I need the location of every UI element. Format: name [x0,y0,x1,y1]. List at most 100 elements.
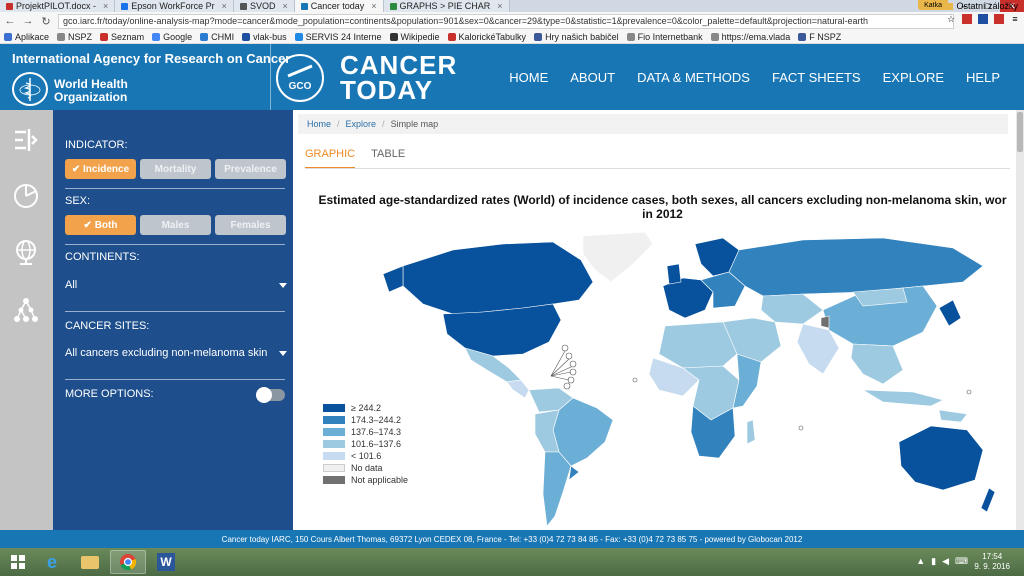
indicator-prevalence-button[interactable]: Prevalence [215,159,286,179]
word-icon[interactable]: W [148,550,184,574]
map-region-uruguay[interactable] [568,465,580,481]
small-island-marker[interactable] [966,389,972,395]
sex-males-button[interactable]: Males [140,215,211,235]
cancer-sites-select[interactable]: All cancers excluding non-melanoma skin [65,347,287,359]
close-icon[interactable]: × [222,1,227,11]
back-icon[interactable]: ← [4,15,16,27]
forward-icon[interactable]: → [22,15,34,27]
browser-tab[interactable]: SVOD × [233,0,295,12]
bookmark-item[interactable]: KalorickéTabulky [447,32,526,42]
small-island-marker[interactable] [798,425,804,431]
map-region-not-applicable[interactable] [820,315,830,329]
menu-icon[interactable]: ≡ [1010,14,1020,24]
map-region-uk-ireland[interactable] [666,263,682,285]
scrollbar-thumb[interactable] [1017,112,1023,152]
globe-icon[interactable] [12,238,40,266]
bookmark-item[interactable]: NSPZ [57,32,92,42]
map-region-north-africa[interactable] [658,321,738,369]
pie-chart-icon[interactable] [12,182,40,210]
map-region-alaska[interactable] [383,265,404,293]
chrome-icon[interactable] [110,550,146,574]
close-icon[interactable]: × [282,1,287,11]
sex-both-button[interactable]: ✔ Both [65,215,136,235]
flag-icon[interactable] [978,14,988,24]
continents-select[interactable]: All [65,279,287,291]
who-emblem-svg [19,78,41,101]
map-region-central-asia[interactable] [760,293,824,325]
bookmark-item[interactable]: CHMI [200,32,234,42]
nav-fact-sheets[interactable]: FACT SHEETS [772,70,861,85]
tab-graphic[interactable]: GRAPHIC [305,148,356,169]
tab-table[interactable]: TABLE [371,148,405,169]
bookmark-item[interactable]: Fio Internetbank [626,32,703,42]
world-choropleth-map[interactable] [383,230,1003,530]
tray-expand-icon[interactable]: ▲ [916,556,925,567]
map-region-australia[interactable] [898,425,984,491]
browser-tab[interactable]: GRAPHS > PIE CHAR × [383,0,510,12]
close-icon[interactable]: × [497,1,502,11]
network-tray-icon[interactable]: ▮ [931,556,936,567]
extension-icon[interactable] [994,14,1004,24]
bookmark-item[interactable]: vlak-bus [242,32,287,42]
small-island-marker[interactable] [632,377,638,383]
map-region-argentina-chile[interactable] [542,451,572,527]
map-region-greenland[interactable] [582,231,654,283]
bookmark-item[interactable]: F NSPZ [798,32,841,42]
breadcrumb-explore[interactable]: Explore [346,119,377,129]
bookmark-item[interactable]: Seznam [100,32,144,42]
map-region-indonesia[interactable] [862,389,944,407]
volume-icon[interactable]: ◀ [942,556,949,567]
brand-title[interactable]: CANCER TODAY [340,52,457,103]
file-explorer-icon[interactable] [72,550,108,574]
reload-icon[interactable]: ↻ [40,15,52,28]
caribbean-callout[interactable] [550,344,577,390]
who-name[interactable]: World Health Organization [54,78,134,104]
bookmark-item[interactable]: Wikipedie [389,32,440,42]
url-input[interactable]: gco.iarc.fr/today/online-analysis-map?mo… [58,13,954,29]
network-icon[interactable] [12,296,40,324]
who-emblem-icon[interactable] [12,72,48,106]
breadcrumb-home[interactable]: Home [307,119,331,129]
iarc-name[interactable]: International Agency for Research on Can… [12,51,290,66]
map-region-central-america[interactable] [506,379,530,399]
page-scrollbar[interactable] [1016,110,1024,530]
sliders-icon[interactable] [12,126,40,154]
more-options-toggle[interactable] [256,387,285,403]
cancer-sites-label: CANCER SITES: [65,320,150,332]
bookmark-item[interactable]: Google [152,32,192,42]
nav-data-methods[interactable]: DATA & METHODS [637,70,750,85]
bookmark-item[interactable]: SERVIS 24 Interne [294,32,382,42]
taskbar-clock[interactable]: 17:54 9. 9. 2016 [974,552,1010,572]
map-region-southeast-asia[interactable] [850,343,904,385]
nav-help[interactable]: HELP [966,70,1000,85]
browser-tab[interactable]: ProjektPILOT.docx - × [0,0,116,12]
map-region-canada[interactable] [402,241,594,315]
nav-about[interactable]: ABOUT [570,70,615,85]
map-region-papua[interactable] [938,409,968,423]
start-button[interactable] [0,550,36,574]
nav-explore[interactable]: EXPLORE [883,70,944,85]
bookmark-item[interactable]: Hry našich babičel [534,32,619,42]
indicator-incidence-button[interactable]: ✔ Incidence [65,159,136,179]
bookmark-label: Hry našich babičel [545,31,619,42]
map-region-madagascar[interactable] [746,419,756,445]
keyboard-icon[interactable]: ⌨ [955,556,968,567]
map-region-new-zealand[interactable] [980,487,996,513]
internet-explorer-icon[interactable]: e [34,550,70,574]
other-bookmarks[interactable]: Ostatní záložky [944,1,1018,11]
star-icon[interactable]: ☆ [946,14,956,24]
close-icon[interactable]: × [371,1,376,11]
indicator-mortality-button[interactable]: Mortality [140,159,211,179]
close-icon[interactable]: × [103,1,108,11]
sex-females-button[interactable]: Females [215,215,286,235]
browser-tab-active[interactable]: Cancer today × [294,0,384,12]
browser-tab[interactable]: Epson WorkForce Pr × [115,0,234,12]
bookmark-item[interactable]: Aplikace [4,32,49,42]
bookmark-item[interactable]: https://ema.vlada [710,32,790,42]
map-region-russia[interactable] [728,237,984,297]
map-region-korea-japan[interactable] [938,299,962,327]
gco-logo[interactable]: GCO [276,54,324,102]
check-icon: ✔ [71,163,84,175]
nav-home[interactable]: HOME [509,70,548,85]
flag-icon[interactable] [962,14,972,24]
